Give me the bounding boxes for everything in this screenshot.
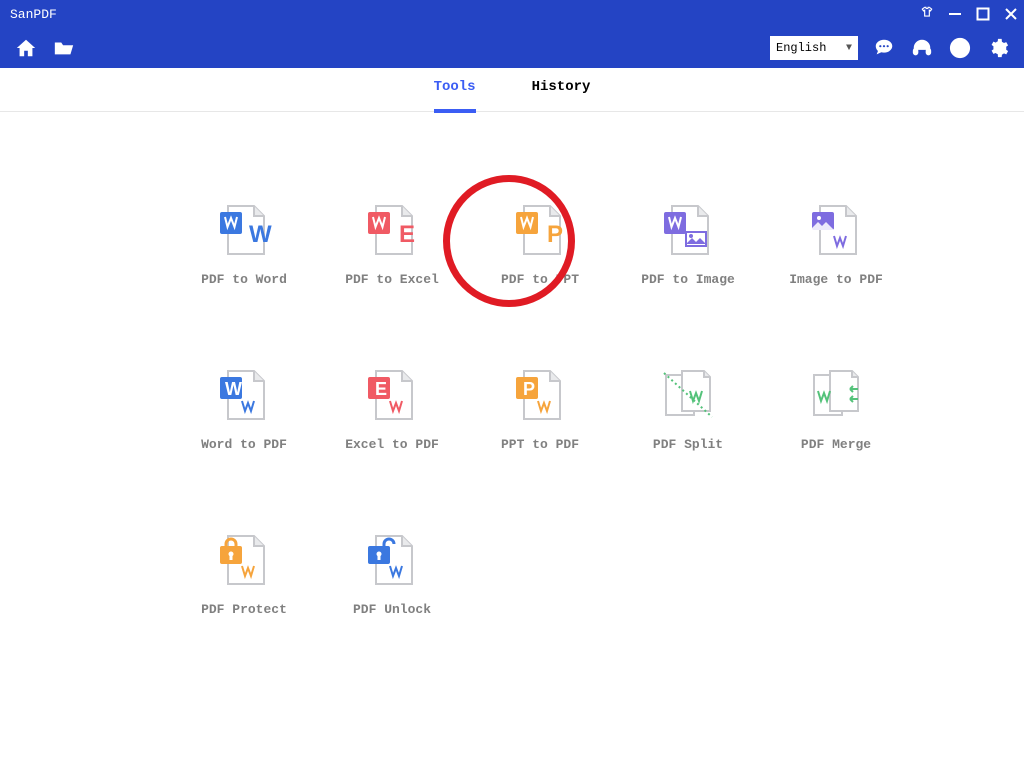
svg-text:W: W [249, 221, 272, 248]
tab-tools[interactable]: Tools [434, 79, 476, 101]
language-selected-label: English [776, 41, 826, 55]
tool-label: PDF to Word [201, 272, 287, 287]
tool-label: PDF Unlock [353, 602, 431, 617]
app-title: SanPDF [6, 7, 57, 22]
tool-label: PDF to PPT [501, 272, 579, 287]
pdf-to-word-icon: W [216, 202, 272, 258]
svg-text:P: P [547, 221, 563, 248]
tool-word-to-pdf[interactable]: W Word to PDF [170, 367, 318, 452]
toolbar: English ▼ [0, 28, 1024, 68]
tool-pdf-to-ppt[interactable]: P PDF to PPT [466, 202, 614, 287]
tool-label: PDF to Image [641, 272, 735, 287]
tool-label: Image to PDF [789, 272, 883, 287]
support-icon[interactable] [910, 36, 934, 60]
titlebar: SanPDF [0, 0, 1024, 28]
svg-text:P: P [523, 379, 535, 399]
home-icon[interactable] [14, 36, 38, 60]
tool-ppt-to-pdf[interactable]: P PPT to PDF [466, 367, 614, 452]
tool-pdf-unlock[interactable]: PDF Unlock [318, 532, 466, 617]
tool-label: PDF Protect [201, 602, 287, 617]
tool-label: Excel to PDF [345, 437, 439, 452]
pdf-split-icon [660, 367, 716, 423]
tool-label: PDF to Excel [345, 272, 439, 287]
pdf-to-image-icon [660, 202, 716, 258]
tab-history[interactable]: History [532, 79, 591, 101]
open-folder-icon[interactable] [52, 36, 76, 60]
word-to-pdf-icon: W [216, 367, 272, 423]
tool-pdf-merge[interactable]: PDF Merge [762, 367, 910, 452]
close-button[interactable] [1004, 7, 1018, 21]
maximize-button[interactable] [976, 7, 990, 21]
tool-image-to-pdf[interactable]: Image to PDF [762, 202, 910, 287]
settings-icon[interactable] [986, 36, 1010, 60]
minimize-button[interactable] [948, 7, 962, 21]
svg-text:W: W [225, 379, 242, 399]
tool-pdf-protect[interactable]: PDF Protect [170, 532, 318, 617]
language-select[interactable]: English ▼ [770, 36, 858, 60]
tool-label: PPT to PDF [501, 437, 579, 452]
tool-label: PDF Merge [801, 437, 871, 452]
ppt-to-pdf-icon: P [512, 367, 568, 423]
chevron-down-icon: ▼ [846, 43, 852, 54]
tool-excel-to-pdf[interactable]: E Excel to PDF [318, 367, 466, 452]
tools-panel: W PDF to Word E PDF to Excel [0, 112, 1024, 617]
tabstrip: Tools History [0, 68, 1024, 112]
svg-text:E: E [375, 379, 387, 399]
chat-icon[interactable] [872, 36, 896, 60]
pdf-protect-icon [216, 532, 272, 588]
image-to-pdf-icon [808, 202, 864, 258]
pdf-to-excel-icon: E [364, 202, 420, 258]
excel-to-pdf-icon: E [364, 367, 420, 423]
tool-pdf-to-word[interactable]: W PDF to Word [170, 202, 318, 287]
tool-label: PDF Split [653, 437, 723, 452]
pdf-to-ppt-icon: P [512, 202, 568, 258]
pdf-merge-icon [808, 367, 864, 423]
account-icon[interactable] [948, 36, 972, 60]
tool-label: Word to PDF [201, 437, 287, 452]
svg-text:E: E [399, 221, 415, 248]
tool-pdf-to-image[interactable]: PDF to Image [614, 202, 762, 287]
tool-pdf-to-excel[interactable]: E PDF to Excel [318, 202, 466, 287]
tool-pdf-split[interactable]: PDF Split [614, 367, 762, 452]
pdf-unlock-icon [364, 532, 420, 588]
theme-icon[interactable] [920, 5, 934, 23]
